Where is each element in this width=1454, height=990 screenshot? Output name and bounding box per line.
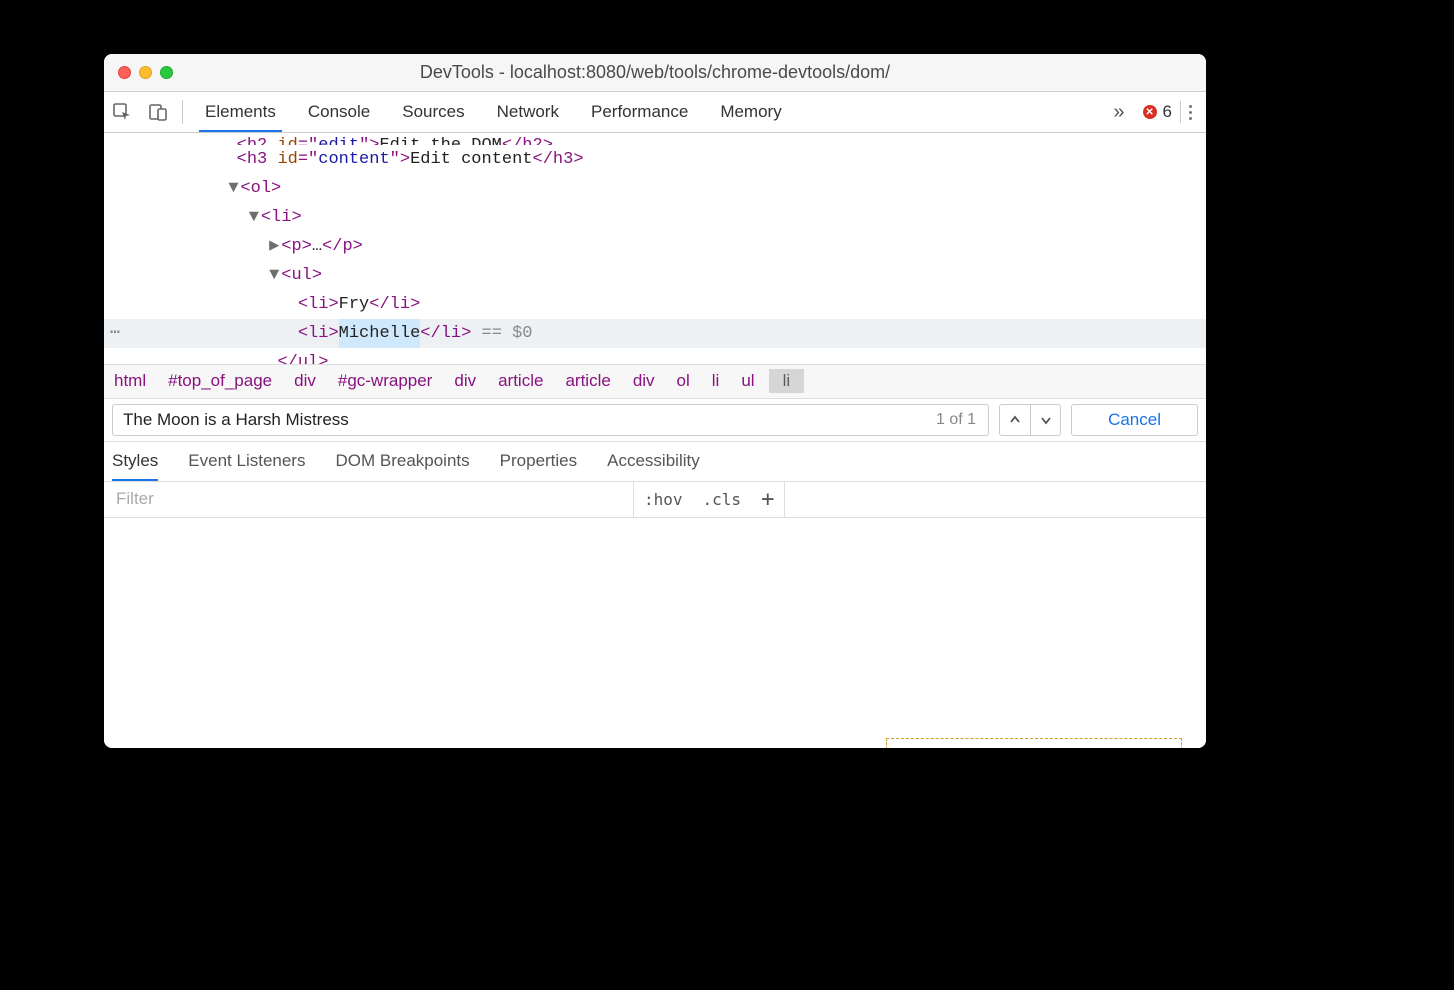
- tab-network[interactable]: Network: [481, 92, 575, 132]
- minimize-window-button[interactable]: [139, 66, 152, 79]
- collapse-arrow-icon[interactable]: ▼: [267, 261, 281, 290]
- subtab-properties[interactable]: Properties: [500, 442, 577, 481]
- collapse-arrow-icon[interactable]: ▼: [247, 203, 261, 232]
- dom-line[interactable]: <h2 id="edit">Edit the DOM</h2>: [104, 133, 1206, 145]
- styles-subtabs: Styles Event Listeners DOM Breakpoints P…: [104, 442, 1206, 482]
- traffic-lights: [104, 66, 173, 79]
- breadcrumb[interactable]: #gc-wrapper: [338, 371, 433, 391]
- subtab-accessibility[interactable]: Accessibility: [607, 442, 700, 481]
- cls-toggle-button[interactable]: .cls: [693, 482, 752, 517]
- dom-line[interactable]: <h3 id="content">Edit content</h3>: [104, 145, 1206, 174]
- error-icon: ✕: [1143, 105, 1157, 119]
- error-count-badge[interactable]: ✕ 6: [1135, 102, 1180, 122]
- styles-panel[interactable]: [104, 518, 1206, 749]
- close-window-button[interactable]: [118, 66, 131, 79]
- tab-memory[interactable]: Memory: [704, 92, 797, 132]
- zoom-window-button[interactable]: [160, 66, 173, 79]
- breadcrumb[interactable]: article: [498, 371, 543, 391]
- dom-line[interactable]: ▼<ol>: [104, 174, 1206, 203]
- search-input-wrap: 1 of 1: [112, 404, 989, 436]
- dom-tree-panel[interactable]: <h2 id="edit">Edit the DOM</h2> <h3 id="…: [104, 133, 1206, 364]
- tab-console[interactable]: Console: [292, 92, 386, 132]
- dom-line[interactable]: <li>Fry</li>: [104, 290, 1206, 319]
- tab-sources[interactable]: Sources: [386, 92, 480, 132]
- breadcrumb-selected[interactable]: li: [777, 369, 797, 393]
- titlebar: DevTools - localhost:8080/web/tools/chro…: [104, 54, 1206, 92]
- main-toolbar: Elements Console Sources Network Perform…: [104, 92, 1206, 133]
- subtab-styles[interactable]: Styles: [112, 442, 158, 481]
- styles-filter-input[interactable]: [104, 482, 634, 517]
- breadcrumb[interactable]: article: [565, 371, 610, 391]
- collapse-arrow-icon[interactable]: ▼: [226, 174, 240, 203]
- tabs-overflow-button[interactable]: »: [1103, 101, 1134, 124]
- breadcrumb[interactable]: #top_of_page: [168, 371, 272, 391]
- expand-arrow-icon[interactable]: ▶: [267, 232, 281, 261]
- subtab-dom-breakpoints[interactable]: DOM Breakpoints: [335, 442, 469, 481]
- breadcrumb[interactable]: ol: [677, 371, 690, 391]
- error-count: 6: [1163, 102, 1172, 122]
- tab-elements[interactable]: Elements: [189, 92, 292, 132]
- breadcrumb-bar: html #top_of_page div #gc-wrapper div ar…: [104, 364, 1206, 398]
- breadcrumb[interactable]: div: [294, 371, 316, 391]
- window-title: DevTools - localhost:8080/web/tools/chro…: [104, 62, 1206, 83]
- element-style-placeholder: [886, 738, 1182, 748]
- ellipsis-icon[interactable]: ⋯: [110, 319, 120, 348]
- breadcrumb[interactable]: div: [454, 371, 476, 391]
- search-bar: 1 of 1 Cancel: [104, 398, 1206, 442]
- search-nav-group: [999, 404, 1061, 436]
- device-toolbar-icon[interactable]: [140, 92, 176, 132]
- settings-menu-icon[interactable]: [1181, 105, 1206, 120]
- dom-line[interactable]: ▶<p>…</p>: [104, 232, 1206, 261]
- toolbar-separator: [182, 100, 183, 124]
- search-next-button[interactable]: [1030, 405, 1060, 435]
- breadcrumb[interactable]: div: [633, 371, 655, 391]
- dom-line-selected[interactable]: ⋯ <li>Michelle</li> == $0: [104, 319, 1206, 348]
- breadcrumb[interactable]: li: [712, 371, 720, 391]
- hov-toggle-button[interactable]: :hov: [634, 482, 693, 517]
- cancel-button[interactable]: Cancel: [1071, 404, 1198, 436]
- search-input[interactable]: [121, 409, 936, 431]
- dom-line[interactable]: </ul>: [104, 348, 1206, 364]
- search-prev-button[interactable]: [1000, 405, 1030, 435]
- dom-line[interactable]: ▼<li>: [104, 203, 1206, 232]
- new-style-rule-button[interactable]: +: [751, 482, 785, 517]
- tab-performance[interactable]: Performance: [575, 92, 704, 132]
- breadcrumb[interactable]: ul: [741, 371, 754, 391]
- dom-line[interactable]: ▼<ul>: [104, 261, 1206, 290]
- subtab-event-listeners[interactable]: Event Listeners: [188, 442, 305, 481]
- search-count: 1 of 1: [936, 411, 980, 429]
- styles-toolbar: :hov .cls +: [104, 482, 1206, 518]
- breadcrumb[interactable]: html: [114, 371, 146, 391]
- devtools-window: DevTools - localhost:8080/web/tools/chro…: [104, 54, 1206, 748]
- inspect-element-icon[interactable]: [104, 92, 140, 132]
